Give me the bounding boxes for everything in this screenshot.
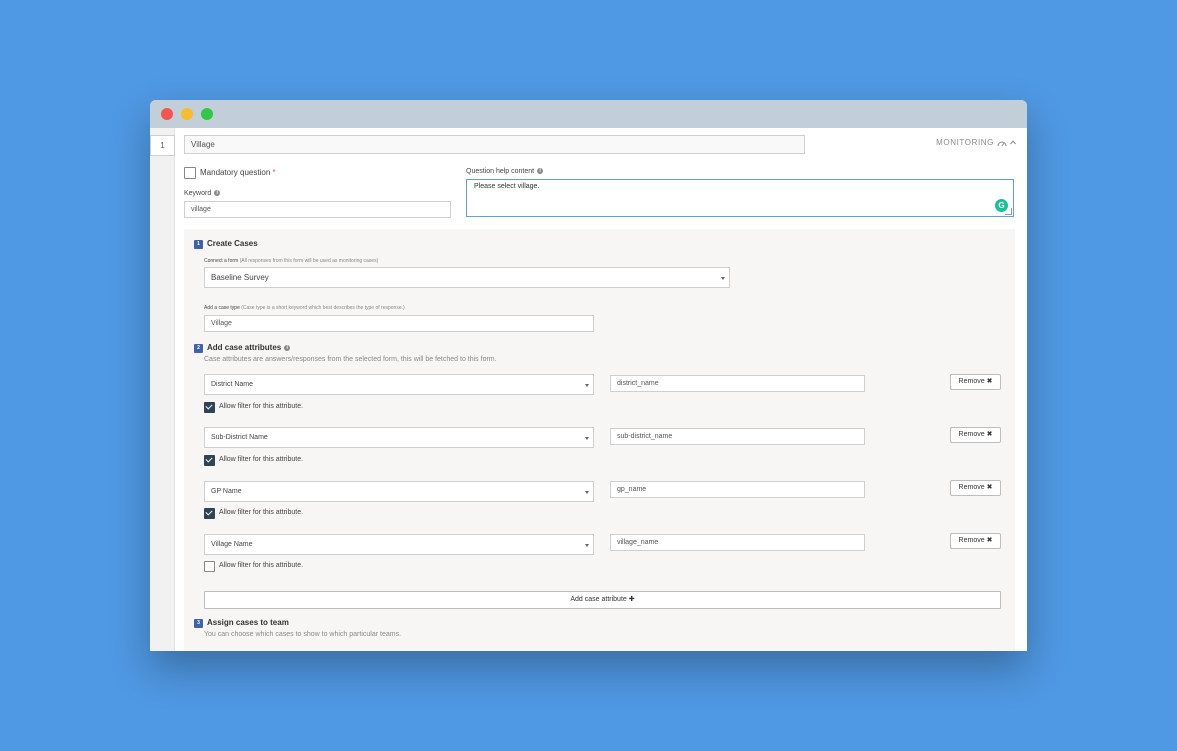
connect-form-value: Baseline Survey [211,273,269,282]
close-icon: ✖ [986,378,993,385]
step-3-badge: 3 [194,619,203,628]
monitoring-label: MONITORING [936,138,994,147]
remove-attribute-button[interactable]: Remove ✖ [950,480,1001,496]
close-icon: ✖ [986,484,993,491]
maximize-window-button[interactable] [201,108,213,120]
attribute-field-select[interactable]: District Name [204,374,594,395]
attribute-field-value: GP Name [211,488,242,495]
keyword-label-text: Keyword [184,190,212,197]
attribute-field-select[interactable]: GP Name [204,481,594,502]
allow-filter-checkbox[interactable] [204,561,215,572]
help-label-text: Question help content [466,168,535,175]
connect-form-label-text: Connect a form [204,258,239,264]
attribute-key-input[interactable]: district_name [610,375,865,392]
attribute-key-input[interactable]: village_name [610,534,865,551]
chevron-up-icon [1010,140,1016,145]
chevron-down-icon [585,436,589,440]
help-content-label: Question help content i [466,168,544,175]
remove-label: Remove [958,378,985,385]
connect-form-select[interactable]: Baseline Survey [204,267,730,288]
step-2-badge: 2 [194,344,203,353]
allow-filter-checkbox[interactable] [204,455,215,466]
remove-attribute-button[interactable]: Remove ✖ [950,533,1001,549]
step-1-badge: 1 [194,240,203,249]
connect-form-note: (All responses from this form will be us… [239,258,379,264]
question-editor: 1 Village MONITORING Mandatory question … [150,128,1027,651]
window-titlebar [150,100,1027,128]
step-3-heading: Assign cases to team [207,618,289,627]
chevron-down-icon [721,276,725,280]
plus-icon: ✚ [628,596,635,603]
remove-label: Remove [958,537,985,544]
attribute-field-value: Sub-District Name [211,434,268,441]
remove-label: Remove [958,431,985,438]
question-title-input[interactable]: Village [184,135,805,154]
chevron-down-icon [585,383,589,387]
remove-attribute-button[interactable]: Remove ✖ [950,427,1001,443]
close-icon: ✖ [986,431,993,438]
add-case-attribute-button[interactable]: Add case attribute ✚ [204,591,1001,609]
attribute-field-select[interactable]: Village Name [204,534,594,555]
attribute-field-value: District Name [211,381,254,388]
step-2-heading: Add case attributes i [207,343,291,352]
info-icon[interactable]: i [537,168,544,175]
info-icon[interactable]: i [284,344,291,351]
allow-filter-checkbox[interactable] [204,508,215,519]
case-type-input[interactable]: Village [204,315,594,332]
monitoring-toggle[interactable]: MONITORING [936,138,1016,147]
allow-filter-label: Allow filter for this attribute. [219,509,304,516]
add-case-attribute-label: Add case attribute [570,596,627,603]
mandatory-label: Mandatory question * [200,168,276,177]
allow-filter-label: Allow filter for this attribute. [219,562,304,569]
attribute-field-value: Village Name [211,541,253,548]
allow-filter-label: Allow filter for this attribute. [219,456,304,463]
step-3-description: You can choose which cases to show to wh… [204,631,402,638]
case-type-note: (Case type is a short keyword which best… [241,305,405,311]
required-star: * [272,168,276,177]
attribute-key-input[interactable]: gp_name [610,481,865,498]
help-content-text: Please select village. [474,183,540,190]
chevron-down-icon [585,543,589,547]
question-number: 1 [150,135,175,156]
info-icon[interactable]: i [214,190,221,197]
minimize-window-button[interactable] [181,108,193,120]
remove-label: Remove [958,484,985,491]
connect-form-label: Connect a form (All responses from this … [204,258,378,264]
keyword-label: Keyword i [184,190,221,197]
mandatory-text: Mandatory question [200,168,271,177]
chevron-down-icon [585,490,589,494]
allow-filter-label: Allow filter for this attribute. [219,403,304,410]
close-window-button[interactable] [161,108,173,120]
help-content-textarea[interactable]: Please select village. G [466,179,1014,217]
gauge-icon [997,141,1007,146]
keyword-input[interactable]: village [184,201,451,218]
step-2-heading-text: Add case attributes [207,343,282,352]
close-icon: ✖ [986,537,993,544]
case-type-label-text: Add a case type [204,305,240,311]
mandatory-checkbox[interactable] [184,167,196,179]
attribute-key-input[interactable]: sub-district_name [610,428,865,445]
monitoring-panel: 1 Create Cases Connect a form (All respo… [184,229,1015,651]
step-1-heading: Create Cases [207,239,258,248]
left-gutter [150,128,175,651]
case-type-label: Add a case type (Case type is a short ke… [204,305,405,311]
attribute-field-select[interactable]: Sub-District Name [204,427,594,448]
step-2-description: Case attributes are answers/responses fr… [204,356,497,363]
resize-handle[interactable] [1005,208,1012,215]
remove-attribute-button[interactable]: Remove ✖ [950,374,1001,390]
allow-filter-checkbox[interactable] [204,402,215,413]
app-window: 1 Village MONITORING Mandatory question … [150,100,1027,651]
